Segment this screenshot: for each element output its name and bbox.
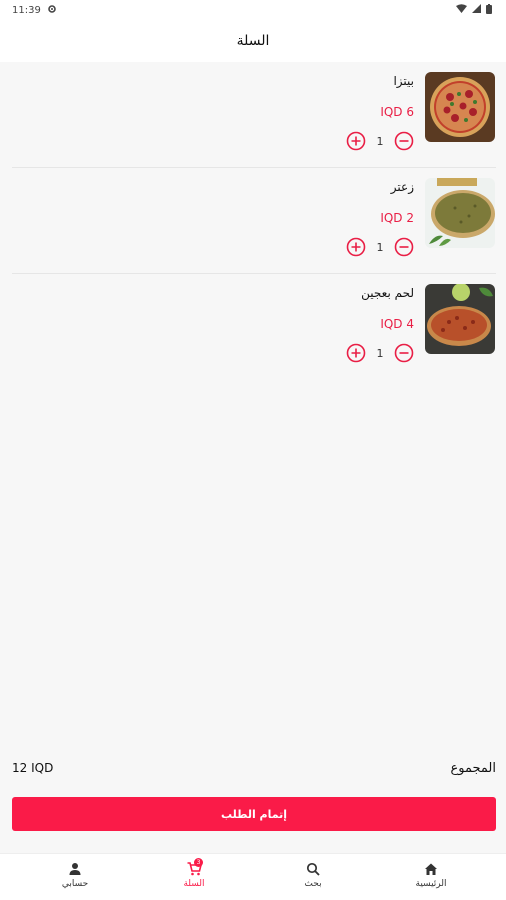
search-icon [306,862,320,876]
decrease-button[interactable] [394,343,414,363]
increase-button[interactable] [346,343,366,363]
nav-home-label: الرئيسية [415,879,447,889]
minus-circle-icon [394,131,414,151]
app-bar: السلة [0,20,506,62]
bottom-nav: الرئيسية بحث 3 السلة حسابي [0,853,506,900]
minus-circle-icon [394,343,414,363]
minus-circle-icon [394,237,414,257]
decrease-button[interactable] [394,237,414,257]
status-time: 11:39 [12,4,41,16]
nav-search[interactable]: بحث [283,862,343,889]
page-title: السلة [236,33,270,49]
total-label: المجموع [450,760,496,776]
item-name: بيتزا [393,74,414,88]
nav-cart-label: السلة [183,879,205,889]
increase-button[interactable] [346,131,366,151]
item-quantity: 1 [376,346,384,360]
item-name: لحم بعجين [361,286,414,300]
checkout-button[interactable]: إتمام الطلب [12,797,496,831]
nav-account[interactable]: حسابي [45,862,105,889]
item-price: IQD 4 [380,317,414,331]
plus-circle-icon [346,343,366,363]
quantity-stepper: 1 [346,343,414,363]
plus-circle-icon [346,131,366,151]
home-icon [425,863,437,875]
item-price: IQD 6 [380,105,414,119]
cart-item: زعتر IQD 2 1 [12,168,496,274]
item-price: IQD 2 [380,211,414,225]
increase-button[interactable] [346,237,366,257]
person-icon [69,863,81,875]
plus-circle-icon [346,237,366,257]
nav-home[interactable]: الرئيسية [401,862,461,889]
item-quantity: 1 [376,240,384,254]
cart-item: لحم بعجين IQD 4 1 [12,274,496,380]
pizza-image [425,72,495,142]
nav-cart[interactable]: 3 السلة [164,858,224,889]
quantity-stepper: 1 [346,237,414,257]
battery-icon [486,3,492,17]
zaatar-image [425,178,495,248]
item-name: زعتر [390,180,414,194]
status-bar: 11:39 [0,0,506,20]
cart-badge: 3 [194,858,203,867]
cart-item: بيتزا IQD 6 1 [12,62,496,168]
wifi-icon [456,4,467,16]
total-amount: 12 IQD [12,761,54,775]
item-quantity: 1 [376,134,384,148]
signal-icon [472,4,481,16]
decrease-button[interactable] [394,131,414,151]
settings-icon [47,4,57,17]
quantity-stepper: 1 [346,131,414,151]
nav-account-label: حسابي [61,879,89,889]
nav-search-label: بحث [304,879,322,889]
checkout-button-label: إتمام الطلب [220,807,288,821]
lahm-bi-ajeen-image [425,284,495,354]
total-row: 12 IQD المجموع [12,757,496,779]
